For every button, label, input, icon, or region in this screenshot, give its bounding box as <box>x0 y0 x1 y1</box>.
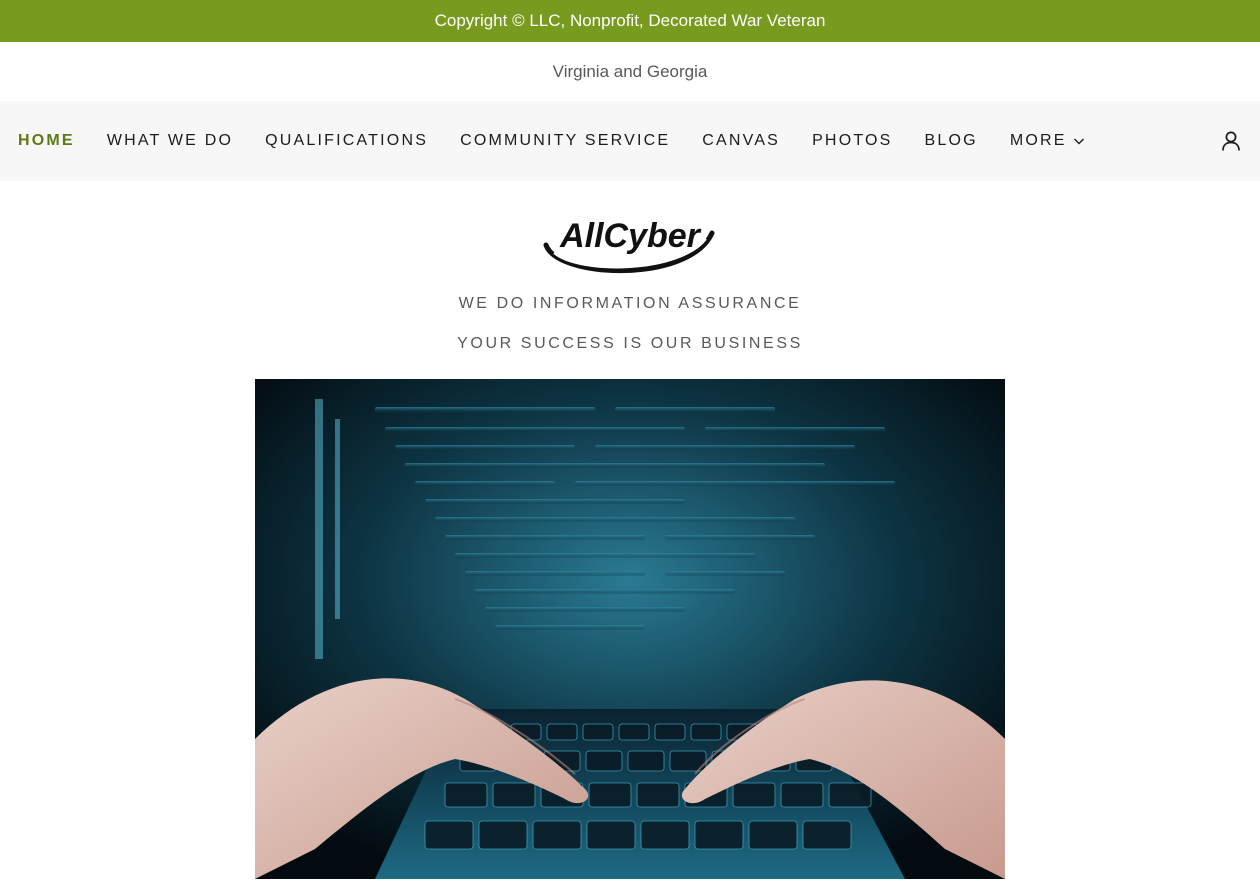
hero-image <box>255 379 1005 879</box>
announcement-text: Copyright © LLC, Nonprofit, Decorated Wa… <box>434 11 826 30</box>
hero-section: AllCyber WE DO INFORMATION ASSURANCE YOU… <box>0 181 1260 879</box>
nav-item-label: WHAT WE DO <box>106 132 234 149</box>
main-navigation: HOME WHAT WE DO QUALIFICATIONS COMMUNITY… <box>0 101 1260 181</box>
nav-item-more[interactable]: MORE <box>1010 132 1085 150</box>
nav-item-label: COMMUNITY SERVICE <box>460 132 671 149</box>
nav-item-label: HOME <box>18 132 75 149</box>
nav-item-home[interactable]: HOME <box>18 132 75 150</box>
nav-item-qualifications[interactable]: QUALIFICATIONS <box>265 132 428 150</box>
nav-item-community-service[interactable]: COMMUNITY SERVICE <box>460 132 670 150</box>
nav-items: HOME WHAT WE DO QUALIFICATIONS COMMUNITY… <box>0 132 1117 150</box>
nav-item-label: MORE <box>1009 132 1067 149</box>
allcyber-logo[interactable]: AllCyber <box>540 211 720 281</box>
user-icon[interactable] <box>1220 130 1242 152</box>
location-bar: Virginia and Georgia <box>0 42 1260 101</box>
hero-image-illustration <box>255 379 1005 879</box>
nav-item-canvas[interactable]: CANVAS <box>702 132 780 150</box>
location-text: Virginia and Georgia <box>552 61 708 81</box>
sub-tagline: YOUR SUCCESS IS OUR BUSINESS <box>457 335 803 352</box>
announcement-bar: Copyright © LLC, Nonprofit, Decorated Wa… <box>0 0 1260 42</box>
chevron-down-icon <box>1073 138 1084 145</box>
logo-text: AllCyber <box>559 217 702 255</box>
tagline: WE DO INFORMATION ASSURANCE <box>458 295 802 312</box>
nav-item-photos[interactable]: PHOTOS <box>812 132 892 150</box>
nav-item-label: BLOG <box>924 132 978 149</box>
nav-item-what-we-do[interactable]: WHAT WE DO <box>107 132 233 150</box>
nav-item-label: QUALIFICATIONS <box>265 132 429 149</box>
nav-item-blog[interactable]: BLOG <box>925 132 978 150</box>
nav-item-label: CANVAS <box>702 132 781 149</box>
nav-item-label: PHOTOS <box>812 132 893 149</box>
